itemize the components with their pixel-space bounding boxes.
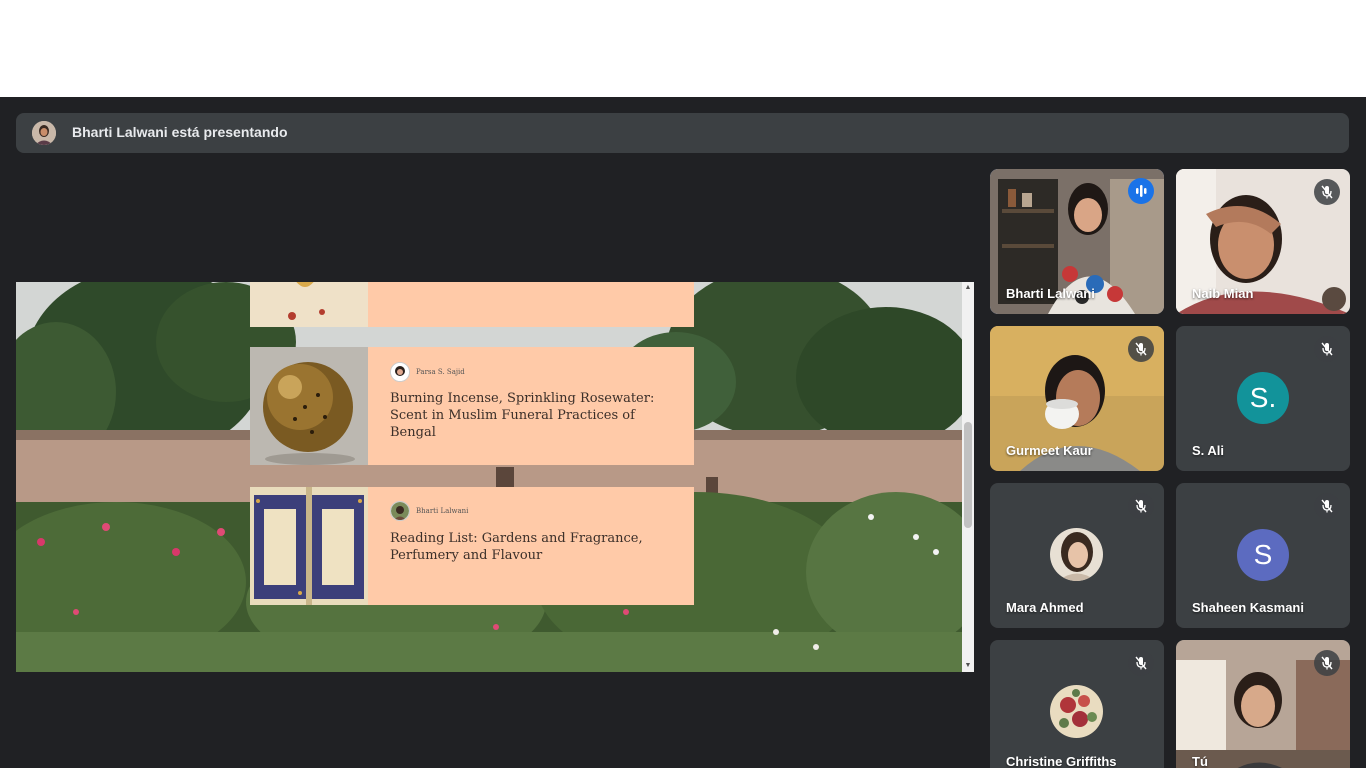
participant-tile[interactable]: S Shaheen Kasmani bbox=[1176, 483, 1350, 628]
mic-off-icon bbox=[1128, 336, 1154, 362]
article-author: Parsa S. Sajid bbox=[390, 362, 465, 382]
participant-name: Christine Griffiths bbox=[1006, 754, 1117, 768]
participant-tile[interactable]: Tú bbox=[1176, 640, 1350, 768]
article-author: Bharti Lalwani bbox=[390, 501, 468, 521]
article-title[interactable]: Burning Incense, Sprinkling Rosewater: S… bbox=[390, 390, 675, 441]
meeting-area: Bharti Lalwani está presentando Parsa S.… bbox=[0, 97, 1366, 768]
participant-tile[interactable]: Mara Ahmed bbox=[990, 483, 1164, 628]
article-card[interactable]: Parsa S. Sajid Burning Incense, Sprinkli… bbox=[250, 347, 694, 465]
presentation-scrollbar[interactable]: ▲ ▼ bbox=[962, 282, 974, 672]
article-thumbnail bbox=[250, 282, 368, 327]
browser-blank-area bbox=[0, 0, 1366, 97]
participant-avatar: S bbox=[1237, 529, 1289, 581]
audio-level-icon bbox=[1128, 178, 1154, 204]
presenting-banner: Bharti Lalwani está presentando bbox=[16, 113, 1349, 153]
article-card[interactable]: Bharti Lalwani Reading List: Gardens and… bbox=[250, 487, 694, 605]
participant-name: Bharti Lalwani bbox=[1006, 286, 1095, 301]
participant-name: Tú bbox=[1192, 754, 1208, 768]
scrollbar-thumb[interactable] bbox=[964, 422, 972, 528]
participant-name: Naib Mian bbox=[1192, 286, 1254, 301]
article-thumbnail bbox=[250, 347, 368, 465]
participant-tile[interactable]: Gurmeet Kaur bbox=[990, 326, 1164, 471]
scroll-down-arrow-icon[interactable]: ▼ bbox=[964, 662, 972, 670]
participant-tile[interactable]: Naib Mian bbox=[1176, 169, 1350, 314]
participant-tile[interactable]: Christine Griffiths bbox=[990, 640, 1164, 768]
participant-avatar bbox=[1050, 528, 1103, 581]
participant-name: S. Ali bbox=[1192, 443, 1225, 458]
presenter-avatar bbox=[32, 121, 56, 145]
participant-avatar bbox=[1050, 685, 1103, 738]
participant-name: Mara Ahmed bbox=[1006, 600, 1084, 615]
mic-off-icon bbox=[1314, 493, 1340, 519]
participant-tile[interactable]: S. S. Ali bbox=[1176, 326, 1350, 471]
participant-name: Gurmeet Kaur bbox=[1006, 443, 1093, 458]
article-thumbnail bbox=[250, 487, 368, 605]
mic-off-icon bbox=[1314, 179, 1340, 205]
mic-off-icon bbox=[1128, 493, 1154, 519]
mic-off-icon bbox=[1314, 336, 1340, 362]
author-name: Bharti Lalwani bbox=[416, 507, 469, 515]
participant-name: Shaheen Kasmani bbox=[1192, 600, 1304, 615]
author-name: Parsa S. Sajid bbox=[416, 368, 465, 376]
shared-screen: Parsa S. Sajid Burning Incense, Sprinkli… bbox=[16, 282, 974, 672]
mic-off-icon bbox=[1314, 650, 1340, 676]
participant-avatar: S. bbox=[1237, 372, 1289, 424]
garden-background bbox=[16, 282, 974, 672]
author-avatar bbox=[390, 501, 410, 521]
article-title[interactable]: Reading List: Gardens and Fragrance, Per… bbox=[390, 530, 675, 564]
author-avatar bbox=[390, 362, 410, 382]
mic-off-icon bbox=[1128, 650, 1154, 676]
participant-tile[interactable]: Bharti Lalwani bbox=[990, 169, 1164, 314]
presenting-text: Bharti Lalwani está presentando bbox=[72, 124, 288, 140]
article-card-partial[interactable] bbox=[250, 282, 694, 327]
scroll-up-arrow-icon[interactable]: ▲ bbox=[964, 284, 972, 292]
